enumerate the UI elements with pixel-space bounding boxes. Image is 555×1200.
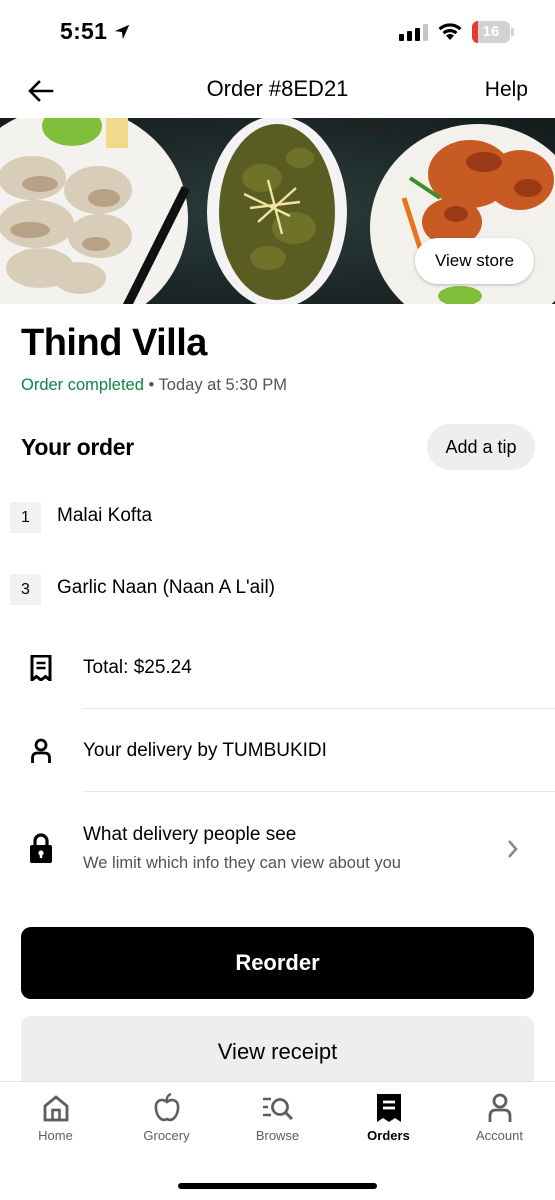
tab-label: Home xyxy=(38,1128,73,1143)
privacy-row[interactable]: What delivery people see We limit which … xyxy=(0,820,555,884)
help-link[interactable]: Help xyxy=(485,78,528,102)
add-tip-button[interactable]: Add a tip xyxy=(427,424,535,470)
item-name: Malai Kofta xyxy=(57,505,153,526)
list-item: 3 Garlic Naan (Naan A L'ail) xyxy=(10,574,545,610)
wifi-icon xyxy=(438,23,462,40)
tab-grocery[interactable]: Grocery xyxy=(111,1090,222,1154)
tab-label: Grocery xyxy=(143,1128,190,1143)
your-order-heading: Your order xyxy=(21,434,134,460)
chevron-right-icon xyxy=(508,840,518,858)
nav-header: Order #8ED21 Help xyxy=(0,62,555,118)
store-name: Thind Villa xyxy=(21,322,207,364)
tab-browse[interactable]: Browse xyxy=(222,1090,333,1154)
item-name: Garlic Naan (Naan A L'ail) xyxy=(57,577,276,598)
battery-icon: 16 xyxy=(472,21,514,43)
tab-account[interactable]: Account xyxy=(444,1090,555,1154)
reorder-button[interactable]: Reorder xyxy=(21,927,534,999)
tab-label: Orders xyxy=(367,1128,410,1143)
apple-icon xyxy=(151,1092,183,1124)
person-icon xyxy=(28,737,54,765)
cellular-signal-icon xyxy=(399,24,428,41)
location-arrow-icon xyxy=(115,24,130,39)
list-item: 1 Malai Kofta xyxy=(10,502,545,538)
browse-icon xyxy=(262,1092,294,1124)
home-icon xyxy=(40,1092,72,1124)
status-time: 5:51 xyxy=(60,18,108,44)
status-time-group: 5:51 xyxy=(60,18,131,45)
divider xyxy=(83,791,555,792)
order-status-line: Order completed • Today at 5:30 PM xyxy=(21,376,287,395)
order-status: Order completed xyxy=(21,376,144,394)
battery-level: 16 xyxy=(482,23,500,40)
item-quantity: 3 xyxy=(10,574,41,605)
receipt-icon xyxy=(373,1092,405,1124)
tab-label: Account xyxy=(476,1128,523,1143)
order-time: Today at 5:30 PM xyxy=(158,376,287,394)
item-quantity: 1 xyxy=(10,502,41,533)
tab-label: Browse xyxy=(255,1128,300,1143)
receipt-icon xyxy=(28,654,54,682)
tab-home[interactable]: Home xyxy=(0,1090,111,1154)
page-title: Order #8ED21 xyxy=(206,76,349,101)
privacy-subtitle: We limit which info they can view about … xyxy=(83,854,401,872)
view-store-button[interactable]: View store xyxy=(415,238,534,284)
view-receipt-button[interactable]: View receipt xyxy=(21,1016,534,1088)
privacy-title: What delivery people see xyxy=(83,824,297,845)
meta-separator: • xyxy=(143,376,159,394)
divider xyxy=(83,708,555,709)
lock-icon xyxy=(28,833,54,863)
status-bar: 5:51 16 xyxy=(0,0,555,62)
person-icon xyxy=(484,1092,516,1124)
tab-orders[interactable]: Orders xyxy=(333,1090,444,1154)
delivery-person: Your delivery by TUMBUKIDI xyxy=(83,740,327,761)
home-indicator xyxy=(178,1183,377,1189)
order-total: Total: $25.24 xyxy=(83,657,192,678)
